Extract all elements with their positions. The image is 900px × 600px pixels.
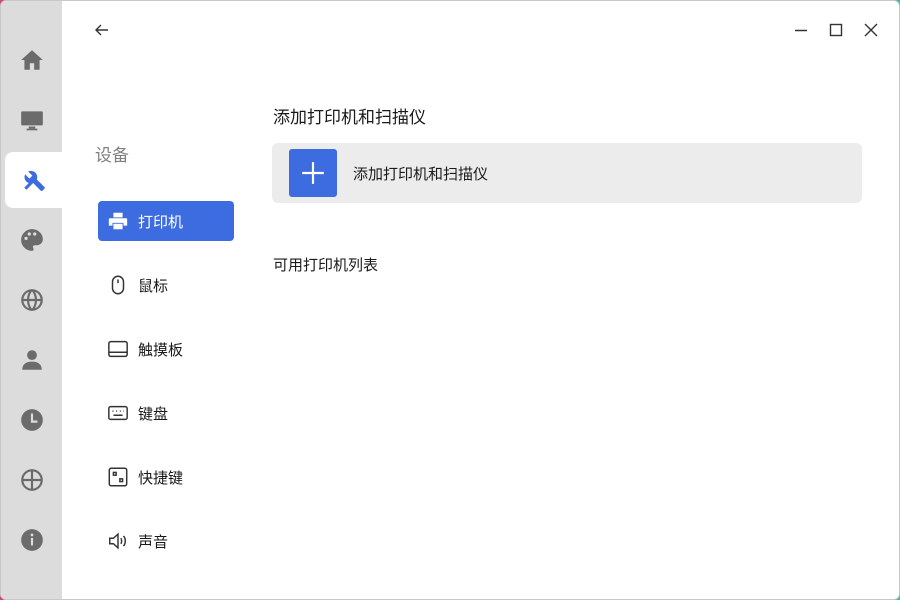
globe-icon: [20, 289, 43, 311]
settings-window: 设备 打印机 鼠标 触摸板 键盘 快捷键 声音 添加打印机和扫描仪 添加打印机和…: [0, 0, 900, 600]
add-printer-label: 添加打印机和扫描仪: [353, 164, 489, 183]
maximize-button[interactable]: [823, 17, 849, 43]
close-icon: [864, 23, 878, 37]
printer-list-title: 可用打印机列表: [273, 256, 379, 274]
rail-time[interactable]: [1, 392, 62, 448]
nav-item-label: 快捷键: [138, 468, 184, 487]
rail-home[interactable]: [1, 32, 62, 88]
rail-devices[interactable]: [5, 152, 62, 208]
add-printer-card[interactable]: 添加打印机和扫描仪: [272, 143, 862, 203]
rail-display[interactable]: [1, 92, 62, 148]
nav-item-printer[interactable]: 打印机: [98, 201, 234, 241]
home-icon: [20, 50, 43, 70]
rail-about[interactable]: [1, 512, 62, 568]
rail-personalization[interactable]: [1, 212, 62, 268]
arrow-left-icon: [95, 24, 108, 36]
nav-item-label: 声音: [138, 532, 169, 551]
crosshair-icon: [20, 469, 43, 491]
minimize-button[interactable]: [788, 17, 814, 43]
category-rail: [1, 1, 62, 599]
nav-item-mouse[interactable]: 鼠标: [98, 265, 234, 305]
nav-item-shortcuts[interactable]: 快捷键: [98, 457, 234, 497]
rail-account[interactable]: [1, 332, 62, 388]
nav-item-sound[interactable]: 声音: [98, 521, 234, 561]
add-printer-button[interactable]: [289, 149, 337, 197]
tools-icon: [23, 170, 45, 192]
shortcut-icon: [108, 467, 128, 487]
close-button[interactable]: [858, 17, 884, 43]
keyboard-icon: [108, 405, 128, 421]
rail-network[interactable]: [1, 272, 62, 328]
nav-item-label: 鼠标: [138, 276, 169, 295]
back-button[interactable]: [89, 17, 115, 43]
minimize-icon: [795, 29, 807, 32]
maximize-icon: [829, 23, 843, 37]
printer-icon: [108, 212, 128, 230]
clock-icon: [20, 409, 43, 431]
info-icon: [20, 529, 43, 551]
user-icon: [21, 350, 42, 370]
rail-security[interactable]: [1, 452, 62, 508]
nav-item-touchpad[interactable]: 触摸板: [98, 329, 234, 369]
nav-item-label: 打印机: [138, 212, 184, 231]
monitor-icon: [20, 111, 43, 131]
touchpad-icon: [108, 340, 128, 358]
mouse-icon: [111, 275, 125, 295]
nav-item-label: 键盘: [138, 404, 169, 423]
category-title: 设备: [95, 146, 129, 166]
palette-icon: [20, 229, 43, 251]
plus-icon: [302, 162, 324, 184]
section-title: 添加打印机和扫描仪: [273, 108, 426, 128]
nav-item-label: 触摸板: [138, 340, 184, 359]
speaker-icon: [109, 532, 127, 550]
nav-item-keyboard[interactable]: 键盘: [98, 393, 234, 433]
